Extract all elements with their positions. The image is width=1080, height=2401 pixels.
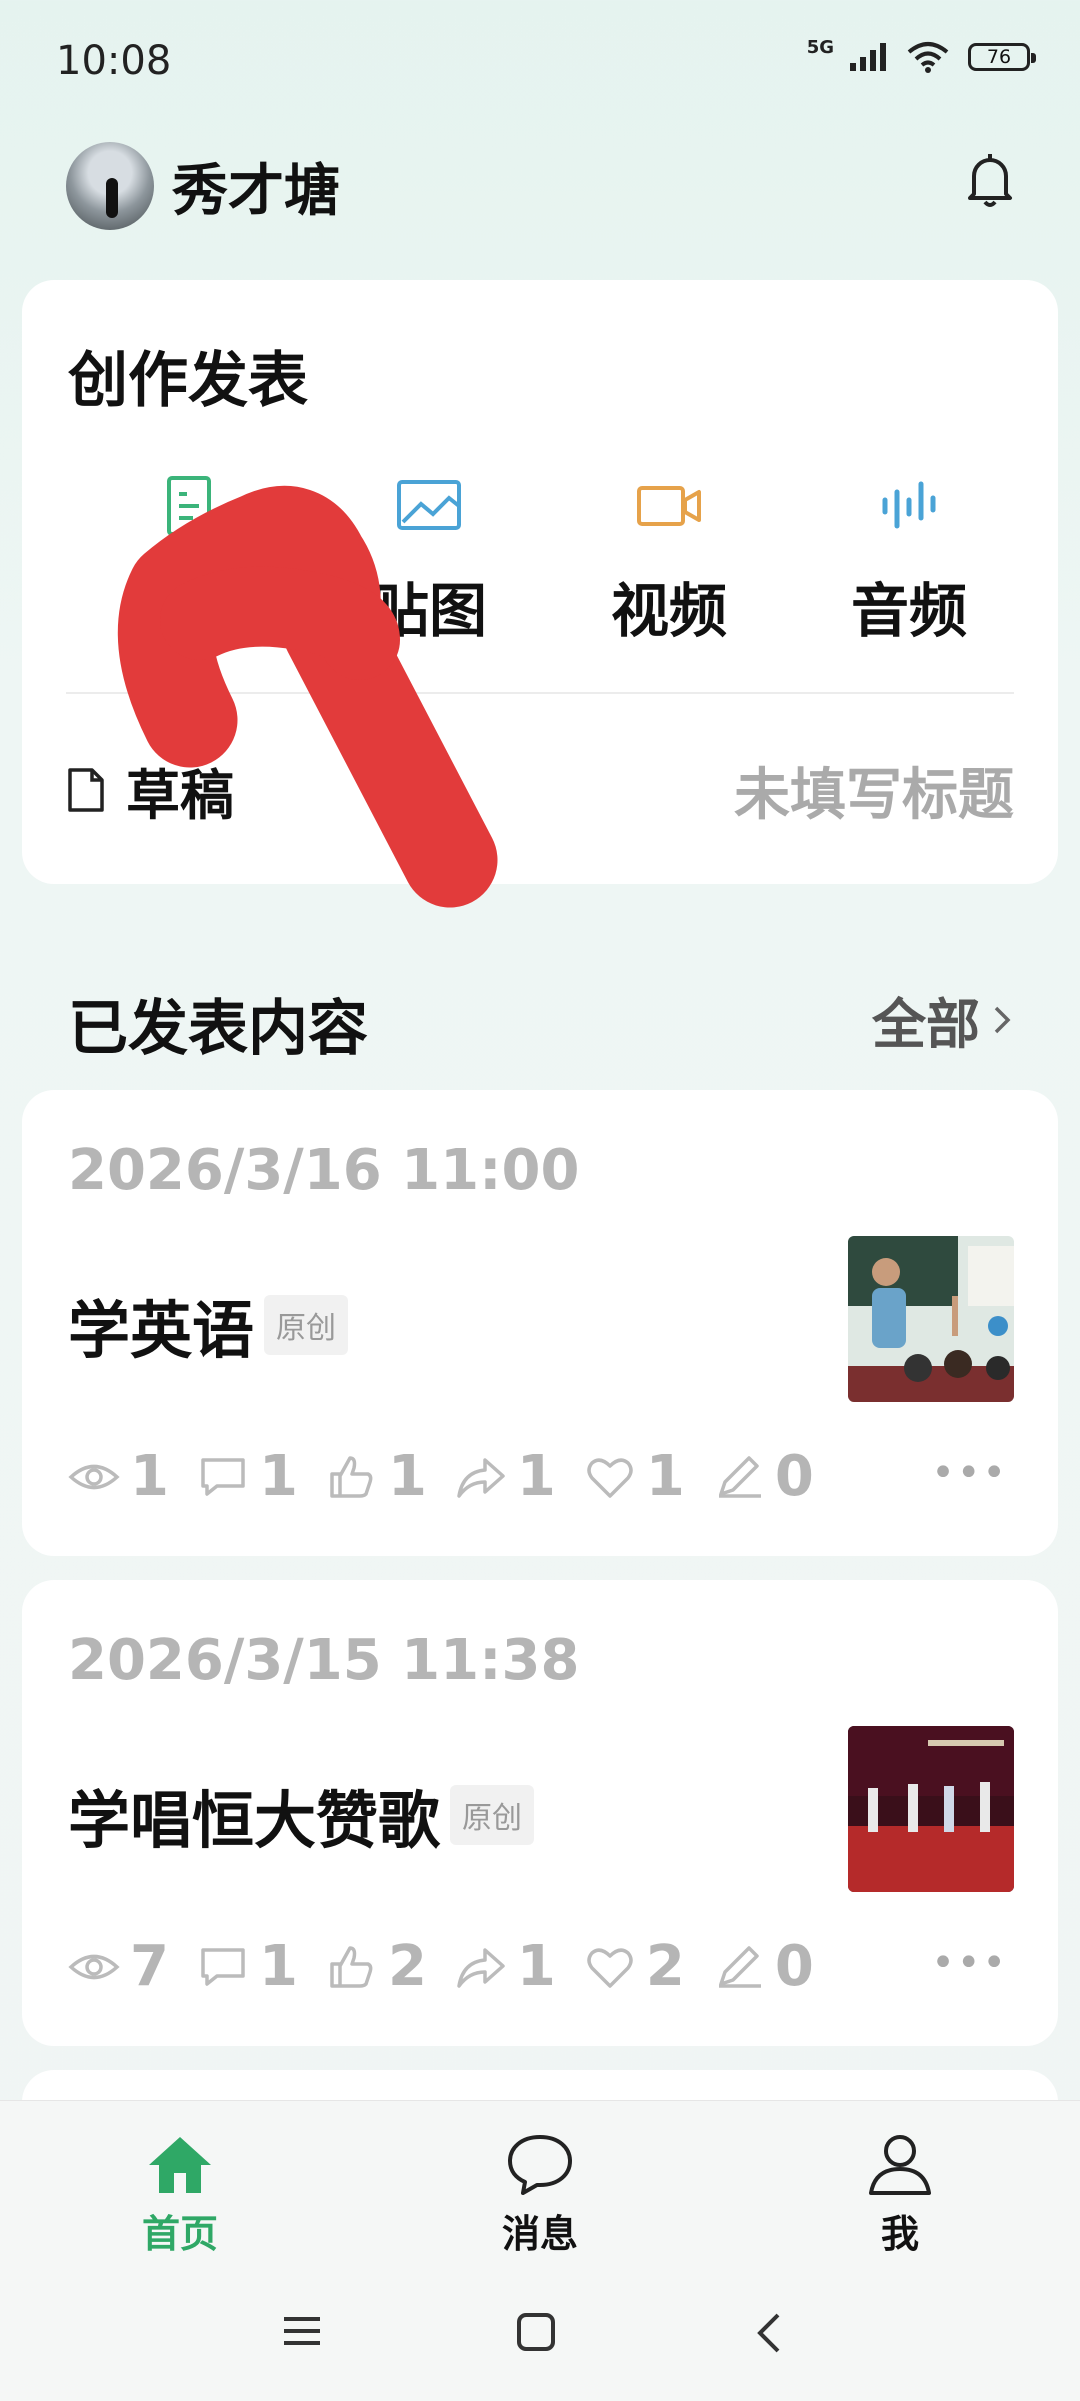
edits-count: 0 — [774, 1934, 814, 1999]
nav-me-label: 我 — [880, 2212, 919, 2256]
chevron-right-icon — [994, 1006, 1011, 1033]
view-all-label: 全部 — [872, 993, 980, 1056]
favorites-stat: 2 — [584, 1934, 685, 1999]
comments-count: 1 — [258, 1444, 298, 1509]
heart-icon — [587, 1947, 633, 1988]
signal-icon — [850, 43, 886, 71]
tool-audio-label: 音频 — [850, 577, 967, 645]
favorites-count: 1 — [645, 1444, 685, 1509]
status-icons: 5G 76 — [806, 36, 1036, 74]
nav-home[interactable]: 首页 — [80, 2131, 280, 2258]
battery-icon: 76 — [968, 43, 1036, 71]
create-title: 创作发表 — [68, 346, 308, 416]
tool-audio[interactable]: 音频 — [794, 470, 1024, 648]
post-thumbnail[interactable] — [848, 1726, 1014, 1892]
post-title[interactable]: 学唱恒大赞歌 — [68, 1770, 440, 1860]
share-icon — [457, 1947, 505, 1988]
battery-level: 76 — [986, 46, 1012, 68]
views-stat: 1 — [68, 1444, 169, 1509]
post-stats: 7 1 2 1 2 0 — [68, 1934, 842, 1999]
favorites-count: 2 — [645, 1934, 685, 1999]
document-icon — [167, 476, 211, 536]
network-label: 5G — [806, 36, 834, 58]
edits-count: 0 — [774, 1444, 814, 1509]
video-icon — [637, 486, 701, 526]
views-stat: 7 — [68, 1934, 169, 1999]
original-badge: 原创 — [450, 1785, 535, 1845]
eye-icon — [68, 1954, 120, 1979]
username[interactable]: 秀才塘 — [172, 146, 340, 227]
post-title[interactable]: 学英语 — [68, 1280, 254, 1370]
post-date: 2026/3/16 11:00 — [68, 1138, 580, 1203]
nav-home-label: 首页 — [141, 2212, 218, 2256]
audio-icon — [882, 481, 936, 529]
shares-count: 1 — [516, 1444, 556, 1509]
draft-row[interactable]: 草稿 未填写标题 — [66, 750, 1014, 830]
back-icon[interactable] — [752, 2311, 786, 2355]
tool-article[interactable]: 文章 — [74, 470, 304, 648]
edits-stat: 0 — [713, 1934, 814, 1999]
draft-title: 未填写标题 — [734, 762, 1014, 828]
view-all-button[interactable]: 全部 — [872, 980, 1014, 1059]
chat-bubble-icon — [508, 2135, 572, 2195]
original-badge: 原创 — [264, 1295, 349, 1355]
shares-stat: 1 — [455, 1934, 556, 1999]
divider — [66, 692, 1014, 694]
comments-stat: 1 — [197, 1934, 298, 1999]
post-card[interactable]: 2026/3/16 11:00 学英语 原创 1 1 1 1 1 0 ••• — [22, 1090, 1058, 1556]
nav-messages[interactable]: 消息 — [440, 2131, 640, 2258]
more-options-icon[interactable]: ••• — [931, 1450, 1008, 1496]
favorites-stat: 1 — [584, 1444, 685, 1509]
tool-image-label: 贴图 — [370, 577, 487, 645]
file-icon — [68, 768, 104, 812]
published-heading: 已发表内容 — [68, 994, 368, 1064]
likes-stat: 2 — [326, 1934, 427, 1999]
pen-icon — [718, 1455, 761, 1498]
views-count: 1 — [130, 1444, 169, 1509]
menu-icon[interactable] — [280, 2311, 324, 2351]
draft-label: 草稿 — [126, 763, 234, 827]
tool-article-label: 文章 — [130, 577, 247, 645]
share-icon — [457, 1457, 505, 1498]
home-square-icon[interactable] — [515, 2311, 557, 2353]
tool-image[interactable]: 贴图 — [314, 470, 544, 648]
system-navigation-bar — [0, 2311, 1080, 2381]
post-date: 2026/3/15 11:38 — [68, 1628, 580, 1693]
post-thumbnail[interactable] — [848, 1236, 1014, 1402]
post-stats: 1 1 1 1 1 0 — [68, 1444, 842, 1509]
bottom-nav: 首页 消息 我 — [0, 2100, 1080, 2401]
nav-messages-label: 消息 — [501, 2212, 578, 2256]
wifi-icon — [907, 42, 949, 73]
tool-video[interactable]: 视频 — [554, 470, 784, 648]
views-count: 7 — [130, 1934, 169, 1999]
nav-me[interactable]: 我 — [800, 2131, 1000, 2258]
pen-icon — [718, 1945, 761, 1988]
create-card: 创作发表 文章 贴图 视频 音频 草稿 未填写标题 — [22, 280, 1058, 884]
thumbs-up-icon — [330, 1455, 373, 1498]
likes-count: 1 — [387, 1444, 427, 1509]
comment-icon — [201, 1457, 245, 1496]
likes-count: 2 — [387, 1934, 427, 1999]
person-icon — [869, 2135, 931, 2195]
tool-video-label: 视频 — [610, 577, 727, 645]
thumbs-up-icon — [330, 1945, 373, 1988]
status-time: 10:08 — [56, 38, 172, 84]
comment-icon — [201, 1947, 245, 1986]
bell-icon[interactable] — [962, 150, 1018, 210]
edits-stat: 0 — [713, 1444, 814, 1509]
more-options-icon[interactable]: ••• — [931, 1940, 1008, 1986]
comments-count: 1 — [258, 1934, 298, 1999]
shares-stat: 1 — [455, 1444, 556, 1509]
heart-icon — [587, 1457, 633, 1498]
avatar[interactable] — [66, 142, 154, 230]
post-card[interactable]: 2026/3/15 11:38 学唱恒大赞歌 原创 7 1 2 1 2 0 ••… — [22, 1580, 1058, 2046]
shares-count: 1 — [516, 1934, 556, 1999]
home-icon — [149, 2137, 211, 2193]
likes-stat: 1 — [326, 1444, 427, 1509]
image-icon — [397, 480, 461, 530]
comments-stat: 1 — [197, 1444, 298, 1509]
eye-icon — [68, 1464, 120, 1489]
